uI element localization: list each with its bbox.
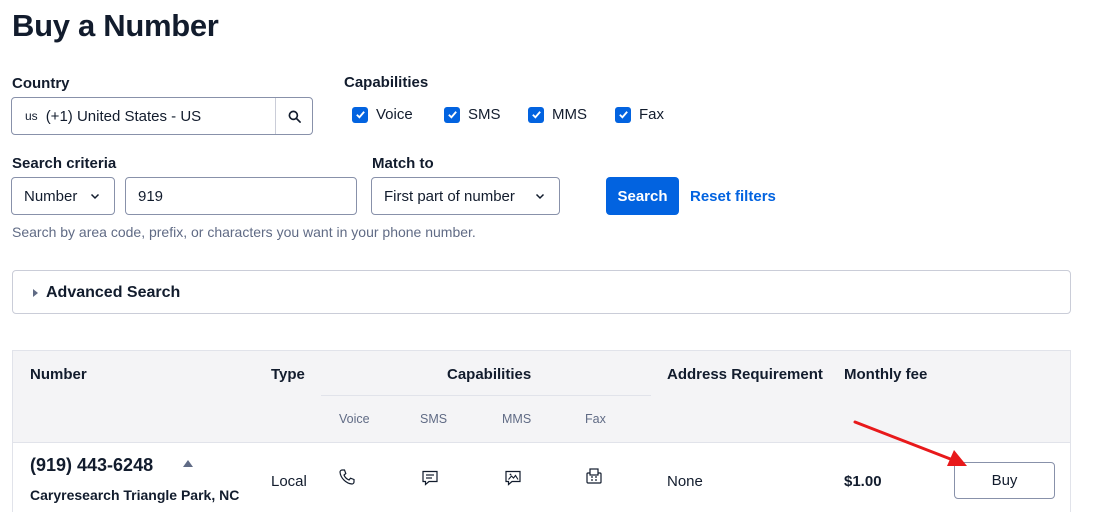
caret-up-icon[interactable] [182, 459, 194, 468]
phone-number: (919) 443-6248 [30, 455, 154, 475]
phone-location: Caryresearch Triangle Park, NC [30, 487, 240, 503]
sms-icon [421, 469, 439, 487]
annotation-arrow [853, 420, 967, 466]
page-title: Buy a Number [12, 8, 219, 43]
country-select[interactable]: us (+1) United States - US [11, 97, 313, 135]
match-to-select[interactable]: First part of number [371, 177, 560, 215]
subheader-sms: SMS [420, 412, 448, 426]
header-monthly-fee: Monthly fee [844, 366, 928, 383]
caret-right-icon [32, 288, 39, 298]
header-capabilities: Capabilities [447, 366, 532, 383]
capabilities-divider [321, 395, 651, 396]
mms-checkbox[interactable]: MMS [528, 106, 587, 123]
search-criteria-label: Search criteria [12, 155, 117, 172]
checkbox-checked-icon [444, 106, 460, 123]
monthly-fee: $1.00 [844, 473, 882, 490]
fax-checkbox-label: Fax [639, 106, 665, 123]
search-type-select[interactable]: Number [11, 177, 115, 215]
sms-checkbox-label: SMS [468, 106, 501, 123]
search-button[interactable]: Search [606, 177, 679, 215]
advanced-search-label: Advanced Search [46, 284, 181, 301]
subheader-fax: Fax [585, 412, 606, 426]
subheader-voice: Voice [339, 412, 370, 426]
search-help-text: Search by area code, prefix, or characte… [12, 224, 476, 240]
reset-filters-link[interactable]: Reset filters [690, 188, 776, 205]
search-icon[interactable] [275, 98, 312, 134]
search-type-value: Number [24, 187, 78, 205]
header-type: Type [271, 366, 305, 383]
subheader-mms: MMS [502, 412, 532, 426]
phone-icon [338, 468, 356, 486]
address-requirement: None [667, 473, 703, 490]
chevron-down-icon [535, 193, 545, 200]
country-value: (+1) United States - US [45, 107, 202, 125]
header-address-requirement: Address Requirement [667, 366, 823, 383]
number-type: Local [271, 473, 307, 490]
country-label: Country [12, 75, 70, 92]
us-flag-code: us [25, 109, 38, 123]
mms-checkbox-label: MMS [552, 106, 587, 123]
checkbox-checked-icon [615, 106, 631, 123]
match-to-value: First part of number [384, 187, 515, 205]
advanced-search-panel[interactable]: Advanced Search [12, 270, 1071, 314]
sms-checkbox[interactable]: SMS [444, 106, 501, 123]
mms-icon [504, 469, 522, 487]
fax-checkbox[interactable]: Fax [615, 106, 664, 123]
voice-checkbox[interactable]: Voice [352, 106, 413, 123]
search-number-input[interactable]: 919 [125, 177, 357, 215]
checkbox-checked-icon [528, 106, 544, 123]
checkbox-checked-icon [352, 106, 368, 123]
fax-icon [585, 467, 603, 485]
capabilities-label: Capabilities [344, 74, 429, 91]
match-to-label: Match to [372, 155, 434, 172]
search-number-value: 919 [138, 187, 164, 205]
chevron-down-icon [90, 193, 100, 200]
header-number: Number [30, 366, 87, 383]
voice-checkbox-label: Voice [376, 106, 413, 123]
